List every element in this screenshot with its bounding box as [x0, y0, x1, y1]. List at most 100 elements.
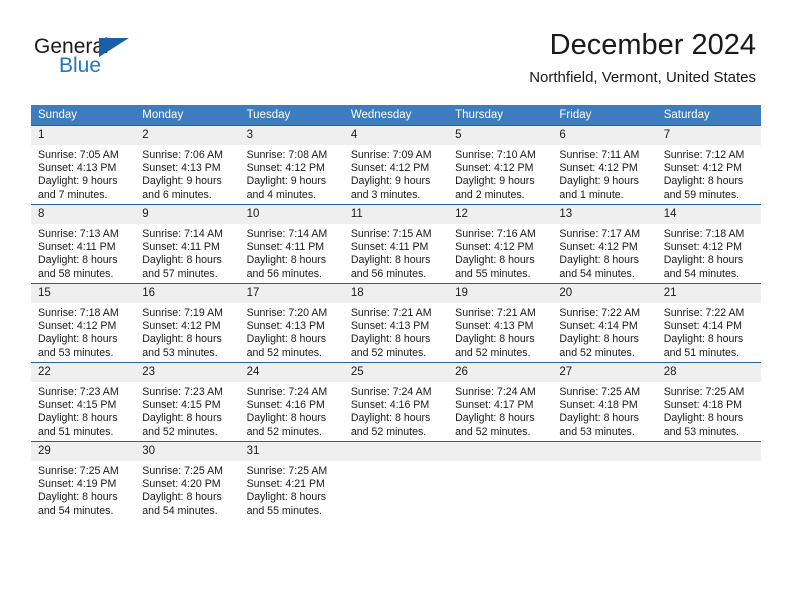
calendar-day-cell[interactable]: 29 Sunrise: 7:25 AM Sunset: 4:19 PM Dayligh…: [31, 441, 136, 520]
calendar-day-cell[interactable]: 17 Sunrise: 7:20 AM Sunset: 4:13 PM Dayligh…: [239, 283, 344, 363]
calendar-day-cell[interactable]: 16 Sunrise: 7:19 AM Sunset: 4:12 PM Dayligh…: [135, 283, 240, 363]
calendar-day-cell[interactable]: 27 Sunrise: 7:25 AM Sunset: 4:18 PM Dayligh…: [552, 362, 657, 442]
sunset-time: Sunset: 4:13 PM: [350, 320, 430, 333]
sunrise-time: Sunrise: 7:14 AM: [246, 228, 328, 240]
generalblue-logo[interactable]: General Blue: [34, 36, 234, 88]
day-number: 22: [31, 363, 136, 382]
sunrise-time: Sunrise: 7:21 AM: [350, 307, 432, 319]
daylight-duration-line1: Daylight: 8 hours: [246, 333, 327, 346]
calendar-day-cell[interactable]: 26 Sunrise: 7:24 AM Sunset: 4:17 PM Dayligh…: [448, 362, 553, 442]
calendar-day-cell[interactable]: 7 Sunrise: 7:12 AM Sunset: 4:12 PM Daylight…: [656, 125, 761, 205]
calendar-day-cell[interactable]: 4 Sunrise: 7:09 AM Sunset: 4:12 PM Daylight…: [343, 125, 449, 205]
calendar-day-cell[interactable]: 12 Sunrise: 7:16 AM Sunset: 4:12 PM Dayligh…: [448, 204, 553, 284]
sunset-time: Sunset: 4:12 PM: [38, 320, 117, 333]
sunset-time: Sunset: 4:12 PM: [455, 241, 534, 254]
calendar-day-cell[interactable]: 22 Sunrise: 7:23 AM Sunset: 4:15 PM Dayligh…: [31, 362, 136, 442]
sunset-time: Sunset: 4:18 PM: [663, 399, 743, 412]
calendar-day-cell[interactable]: 6 Sunrise: 7:11 AM Sunset: 4:12 PM Daylight…: [552, 125, 657, 205]
daylight-duration-line2: and 3 minutes.: [350, 188, 421, 201]
daylight-duration-line2: and 55 minutes.: [455, 267, 531, 280]
day-details: Sunrise: 7:05 AM Sunset: 4:13 PM Daylight:…: [31, 145, 135, 202]
calendar-day-cell[interactable]: 31 Sunrise: 7:25 AM Sunset: 4:21 PM Dayligh…: [239, 441, 344, 520]
calendar-day-cell[interactable]: 8 Sunrise: 7:13 AM Sunset: 4:11 PM Daylight…: [31, 204, 136, 284]
daylight-duration-line2: and 54 minutes.: [142, 504, 218, 517]
day-details: Sunrise: 7:24 AM Sunset: 4:16 PM Daylight:…: [240, 382, 344, 439]
calendar-day-cell[interactable]: 1 Sunrise: 7:05 AM Sunset: 4:13 PM Daylight…: [31, 125, 136, 205]
day-details: Sunrise: 7:25 AM Sunset: 4:19 PM Daylight:…: [31, 461, 135, 518]
day-details: Sunrise: 7:22 AM Sunset: 4:14 PM Daylight:…: [552, 303, 656, 360]
calendar-day-cell[interactable]: 3 Sunrise: 7:08 AM Sunset: 4:12 PM Daylight…: [239, 125, 344, 205]
calendar-day-cell[interactable]: 21 Sunrise: 7:22 AM Sunset: 4:14 PM Dayligh…: [656, 283, 761, 363]
daylight-duration-line2: and 52 minutes.: [350, 425, 427, 438]
day-details: [657, 461, 761, 465]
sunrise-time: Sunrise: 7:24 AM: [246, 386, 328, 398]
calendar-day-cell[interactable]: 19 Sunrise: 7:21 AM Sunset: 4:13 PM Dayligh…: [448, 283, 553, 363]
daylight-duration-line2: and 54 minutes.: [38, 504, 114, 517]
sunrise-time: Sunrise: 7:18 AM: [38, 307, 119, 319]
day-number: [448, 442, 553, 461]
day-details: Sunrise: 7:11 AM Sunset: 4:12 PM Daylight:…: [552, 145, 656, 202]
calendar-day-cell[interactable]: 25 Sunrise: 7:24 AM Sunset: 4:16 PM Dayligh…: [343, 362, 449, 442]
calendar-day-cell[interactable]: 24 Sunrise: 7:24 AM Sunset: 4:16 PM Dayligh…: [239, 362, 344, 442]
calendar-day-cell[interactable]: 5 Sunrise: 7:10 AM Sunset: 4:12 PM Daylight…: [448, 125, 553, 205]
calendar-day-cell[interactable]: 20 Sunrise: 7:22 AM Sunset: 4:14 PM Dayligh…: [552, 283, 657, 363]
day-details: Sunrise: 7:14 AM Sunset: 4:11 PM Daylight:…: [135, 224, 239, 281]
sunrise-time: Sunrise: 7:24 AM: [350, 386, 432, 398]
calendar-day-cell[interactable]: 14 Sunrise: 7:18 AM Sunset: 4:12 PM Dayligh…: [656, 204, 761, 284]
calendar-day-cell[interactable]: 2 Sunrise: 7:06 AM Sunset: 4:13 PM Daylight…: [135, 125, 240, 205]
daylight-duration-line1: Daylight: 8 hours: [38, 333, 118, 346]
calendar-day-cell[interactable]: 11 Sunrise: 7:15 AM Sunset: 4:11 PM Dayligh…: [343, 204, 449, 284]
page-header: General Blue December 2024 Northfield, V…: [0, 0, 792, 100]
calendar-day-cell[interactable]: 10 Sunrise: 7:14 AM Sunset: 4:11 PM Dayligh…: [239, 204, 344, 284]
sunset-time: Sunset: 4:14 PM: [559, 320, 638, 333]
daylight-duration-line2: and 53 minutes.: [38, 346, 114, 359]
day-number: 15: [31, 284, 136, 303]
calendar-day-cell[interactable]: 30 Sunrise: 7:25 AM Sunset: 4:20 PM Dayligh…: [135, 441, 240, 520]
day-details: Sunrise: 7:25 AM Sunset: 4:18 PM Daylight:…: [552, 382, 656, 439]
sunrise-time: Sunrise: 7:06 AM: [142, 149, 223, 161]
sunset-time: Sunset: 4:13 PM: [38, 162, 117, 175]
sunrise-time: Sunrise: 7:18 AM: [663, 228, 745, 240]
day-number: 17: [239, 284, 344, 303]
daylight-duration-line1: Daylight: 8 hours: [350, 333, 431, 346]
day-number: 24: [239, 363, 344, 382]
calendar-day-cell[interactable]: 23 Sunrise: 7:23 AM Sunset: 4:15 PM Dayligh…: [135, 362, 240, 442]
day-number: 29: [31, 442, 136, 461]
calendar-day-cell[interactable]: 15 Sunrise: 7:18 AM Sunset: 4:12 PM Dayligh…: [31, 283, 136, 363]
day-number: 19: [448, 284, 553, 303]
day-details: Sunrise: 7:10 AM Sunset: 4:12 PM Daylight:…: [448, 145, 552, 202]
daylight-duration-line2: and 52 minutes.: [455, 425, 531, 438]
calendar-day-cell[interactable]: 9 Sunrise: 7:14 AM Sunset: 4:11 PM Daylight…: [135, 204, 240, 284]
daylight-duration-line2: and 53 minutes.: [663, 425, 740, 438]
daylight-duration-line2: and 56 minutes.: [246, 267, 322, 280]
daylight-duration-line2: and 6 minutes.: [142, 188, 212, 201]
daylight-duration-line2: and 58 minutes.: [38, 267, 114, 280]
sunset-time: Sunset: 4:11 PM: [246, 241, 325, 254]
sunrise-time: Sunrise: 7:12 AM: [663, 149, 745, 161]
calendar-day-cell[interactable]: 28 Sunrise: 7:25 AM Sunset: 4:18 PM Dayligh…: [656, 362, 761, 442]
day-details: Sunrise: 7:18 AM Sunset: 4:12 PM Daylight:…: [657, 224, 761, 281]
daylight-duration-line2: and 52 minutes.: [350, 346, 427, 359]
day-number: 20: [552, 284, 657, 303]
sunset-time: Sunset: 4:12 PM: [663, 241, 743, 254]
daylight-duration-line1: Daylight: 8 hours: [142, 491, 222, 504]
daylight-duration-line2: and 7 minutes.: [38, 188, 108, 201]
day-details: Sunrise: 7:21 AM Sunset: 4:13 PM Daylight:…: [448, 303, 552, 360]
sunset-time: Sunset: 4:16 PM: [350, 399, 430, 412]
sunrise-time: Sunrise: 7:13 AM: [38, 228, 119, 240]
day-number: 2: [135, 126, 240, 145]
day-number: 12: [448, 205, 553, 224]
calendar-day-cell[interactable]: 18 Sunrise: 7:21 AM Sunset: 4:13 PM Dayligh…: [343, 283, 449, 363]
day-details: Sunrise: 7:13 AM Sunset: 4:11 PM Daylight:…: [31, 224, 135, 281]
daylight-duration-line1: Daylight: 8 hours: [38, 254, 118, 267]
sunset-time: Sunset: 4:20 PM: [142, 478, 221, 491]
daylight-duration-line2: and 54 minutes.: [663, 267, 740, 280]
sunrise-time: Sunrise: 7:25 AM: [246, 465, 328, 477]
calendar-day-cell[interactable]: 13 Sunrise: 7:17 AM Sunset: 4:12 PM Dayligh…: [552, 204, 657, 284]
daylight-duration-line1: Daylight: 8 hours: [455, 412, 535, 425]
weekday-header-monday: Monday: [135, 105, 240, 126]
day-details: [448, 461, 552, 465]
day-number: 13: [552, 205, 657, 224]
day-details: Sunrise: 7:06 AM Sunset: 4:13 PM Daylight:…: [135, 145, 239, 202]
day-number: 5: [448, 126, 553, 145]
